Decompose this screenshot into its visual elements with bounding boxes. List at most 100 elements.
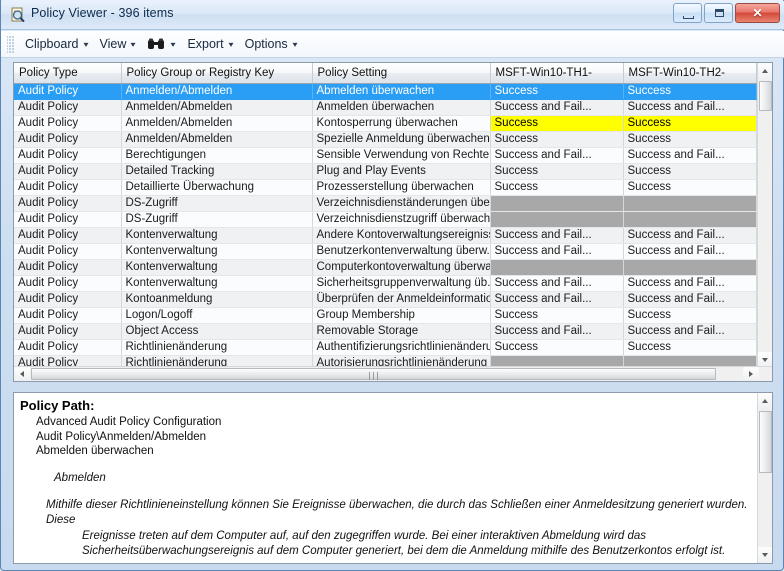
toolbar-menu-export[interactable]: Export ▾ (180, 33, 237, 56)
table-cell[interactable]: Audit Policy (14, 83, 122, 100)
table-cell[interactable]: Success and Fail... (490, 147, 624, 164)
table-cell[interactable]: Success (490, 339, 624, 356)
table-cell[interactable]: Success and Fail... (490, 99, 624, 116)
table-cell[interactable]: Benutzerkontenverwaltung überw... (312, 243, 491, 260)
table-cell[interactable]: DS-Zugriff (121, 195, 313, 212)
table-row[interactable]: Audit Policy Richtlinienänderung Authentif… (14, 339, 759, 356)
table-cell[interactable]: Audit Policy (14, 291, 122, 308)
table-cell[interactable]: Audit Policy (14, 179, 122, 196)
table-cell[interactable]: Verzeichnisdienstzugriff überwachen (312, 211, 491, 228)
table-row[interactable]: Audit Policy Kontenverwaltung Benutzerkont… (14, 243, 759, 260)
table-cell[interactable]: Success and Fail... (490, 323, 624, 340)
table-row[interactable]: Audit Policy Anmelden/Abmelden Abmelden üb… (14, 83, 759, 100)
table-cell[interactable] (490, 259, 624, 276)
table-cell[interactable]: Authentifizierungsrichtlinienänderu... (312, 339, 491, 356)
scroll-up-arrow-icon[interactable] (758, 393, 772, 409)
table-cell[interactable]: Andere Kontoverwaltungsereigniss... (312, 227, 491, 244)
table-cell[interactable]: Spezielle Anmeldung überwachen (312, 131, 491, 148)
table-cell[interactable]: Success (490, 131, 624, 148)
detail-vscroll-thumb[interactable] (759, 411, 772, 473)
table-cell[interactable]: Success (490, 163, 624, 180)
table-cell[interactable]: Removable Storage (312, 323, 491, 340)
table-cell[interactable]: Anmelden/Abmelden (121, 115, 313, 132)
table-cell[interactable]: Success (490, 115, 624, 132)
table-row[interactable]: Audit Policy Berechtigungen Sensible Verwe… (14, 147, 759, 164)
table-row[interactable]: Audit Policy Kontenverwaltung Computerkont… (14, 259, 759, 276)
table-cell[interactable]: Audit Policy (14, 147, 122, 164)
table-cell[interactable]: Richtlinienänderung (121, 339, 313, 356)
minimize-button[interactable] (673, 3, 702, 23)
table-cell[interactable]: Success (623, 307, 757, 324)
table-cell[interactable]: Success and Fail... (623, 99, 757, 116)
scroll-up-arrow-icon[interactable] (758, 63, 772, 79)
grid-hscroll-thumb[interactable]: ∣∣∣ (31, 368, 716, 380)
table-cell[interactable]: Success and Fail... (490, 291, 624, 308)
table-cell[interactable]: Kontoanmeldung (121, 291, 313, 308)
table-cell[interactable]: Audit Policy (14, 339, 122, 356)
table-cell[interactable]: Audit Policy (14, 195, 122, 212)
table-cell[interactable]: Audit Policy (14, 275, 122, 292)
table-cell[interactable]: Logon/Logoff (121, 307, 313, 324)
table-cell[interactable]: DS-Zugriff (121, 211, 313, 228)
table-cell[interactable]: Success (623, 179, 757, 196)
table-cell[interactable]: Group Membership (312, 307, 491, 324)
detail-vertical-scrollbar[interactable] (757, 393, 772, 563)
policy-detail-text[interactable]: Policy Path: Advanced Audit Policy Confi… (14, 393, 757, 563)
table-cell[interactable]: Audit Policy (14, 243, 122, 260)
table-cell[interactable]: Kontenverwaltung (121, 275, 313, 292)
grid-vertical-scrollbar[interactable] (757, 63, 772, 368)
table-row[interactable]: Audit Policy DS-Zugriff Verzeichnisdienstz… (14, 211, 759, 228)
table-cell[interactable]: Success and Fail... (623, 291, 757, 308)
toolbar-menu-clipboard[interactable]: Clipboard ▾ (18, 33, 93, 56)
table-cell[interactable]: Kontenverwaltung (121, 243, 313, 260)
table-cell[interactable]: Berechtigungen (121, 147, 313, 164)
table-cell[interactable]: Success and Fail... (490, 243, 624, 260)
table-cell[interactable]: Success (623, 163, 757, 180)
table-row[interactable]: Audit Policy Kontenverwaltung Andere Konto… (14, 227, 759, 244)
table-cell[interactable]: Success and Fail... (623, 147, 757, 164)
table-cell[interactable]: Success (623, 83, 757, 100)
column-header-policy-type[interactable]: Policy Type (14, 63, 122, 84)
column-header-policy-group[interactable]: Policy Group or Registry Key (121, 63, 313, 84)
maximize-button[interactable] (704, 3, 733, 23)
table-cell[interactable]: Audit Policy (14, 227, 122, 244)
table-cell[interactable]: Kontosperrung überwachen (312, 115, 491, 132)
column-header-msft-win10-th1[interactable]: MSFT-Win10-TH1- (490, 63, 624, 84)
table-cell[interactable]: Sicherheitsgruppenverwaltung üb... (312, 275, 491, 292)
table-cell[interactable]: Anmelden/Abmelden (121, 99, 313, 116)
scroll-right-arrow-icon[interactable] (743, 367, 759, 381)
table-cell[interactable]: Detaillierte Überwachung (121, 179, 313, 196)
table-row[interactable]: Audit Policy Anmelden/Abmelden Anmelden üb… (14, 99, 759, 116)
table-cell[interactable]: Sensible Verwendung von Rechte... (312, 147, 491, 164)
scroll-left-arrow-icon[interactable] (14, 367, 30, 381)
table-row[interactable]: Audit Policy Detaillierte Überwachung Proz… (14, 179, 759, 196)
table-cell[interactable]: Audit Policy (14, 307, 122, 324)
table-cell[interactable]: Plug and Play Events (312, 163, 491, 180)
table-row[interactable]: Audit Policy Object Access Removable Stora… (14, 323, 759, 340)
grid-vscroll-thumb[interactable] (759, 81, 772, 111)
column-header-msft-win10-th2[interactable]: MSFT-Win10-TH2- (623, 63, 757, 84)
column-header-policy-setting[interactable]: Policy Setting (312, 63, 491, 84)
table-cell[interactable]: Success (490, 307, 624, 324)
toolbar-grip[interactable] (7, 35, 15, 53)
table-cell[interactable]: Abmelden überwachen (312, 83, 491, 100)
table-cell[interactable]: Verzeichnisdienständerungen über... (312, 195, 491, 212)
table-cell[interactable]: Success (623, 131, 757, 148)
table-row[interactable]: Audit Policy DS-Zugriff Verzeichnisdienstä… (14, 195, 759, 212)
toolbar-menu-view[interactable]: View ▾ (93, 33, 141, 56)
table-cell[interactable]: Success and Fail... (623, 243, 757, 260)
table-cell[interactable]: Prozesserstellung überwachen (312, 179, 491, 196)
table-cell[interactable]: Success and Fail... (623, 275, 757, 292)
table-cell[interactable]: Audit Policy (14, 211, 122, 228)
table-cell[interactable] (623, 259, 757, 276)
table-cell[interactable]: Success and Fail... (490, 275, 624, 292)
table-cell[interactable] (490, 211, 624, 228)
table-cell[interactable]: Audit Policy (14, 99, 122, 116)
table-cell[interactable]: Success and Fail... (490, 227, 624, 244)
table-cell[interactable]: Audit Policy (14, 115, 122, 132)
table-cell[interactable]: Anmelden/Abmelden (121, 131, 313, 148)
table-cell[interactable]: Kontenverwaltung (121, 259, 313, 276)
table-cell[interactable]: Anmelden/Abmelden (121, 83, 313, 100)
table-row[interactable]: Audit Policy Kontenverwaltung Sicherheitsg… (14, 275, 759, 292)
table-cell[interactable] (490, 195, 624, 212)
